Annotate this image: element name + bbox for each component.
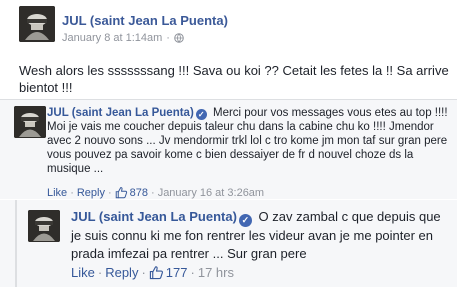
avatar-image — [19, 6, 55, 42]
separator: · — [141, 265, 146, 280]
comment-timestamp[interactable]: January 16 at 3:26am — [158, 187, 264, 199]
separator: · — [151, 186, 155, 199]
reply-thread: JUL (saint Jean La Puenta) ✓ O zav zambal… — [0, 200, 457, 287]
thumbs-up-icon[interactable] — [115, 186, 128, 199]
separator: · — [190, 265, 195, 280]
comment-author-avatar[interactable] — [14, 106, 46, 138]
separator: · — [107, 186, 112, 199]
comment-body: JUL (saint Jean La Puenta) ✓ O zav zambal… — [71, 208, 451, 263]
reply-button[interactable]: Reply — [77, 187, 105, 199]
comment-author-avatar[interactable] — [28, 210, 60, 242]
like-count[interactable]: 177 — [166, 265, 188, 280]
reply-button[interactable]: Reply — [105, 265, 138, 280]
verified-badge-icon: ✓ — [195, 109, 207, 120]
comment-body: JUL (saint Jean La Puenta) ✓ Merci pour v… — [47, 106, 452, 176]
meta-separator: · — [166, 32, 170, 44]
post: JUL (saint Jean La Puenta) January 8 at … — [0, 0, 457, 98]
post-timestamp[interactable]: January 8 at 1:14am — [62, 32, 162, 44]
like-button[interactable]: Like — [47, 187, 67, 199]
comment-timestamp[interactable]: 17 hrs — [198, 265, 234, 280]
separator: · — [70, 186, 74, 199]
post-meta: January 8 at 1:14am · — [62, 32, 184, 44]
comment-actions: Like · Reply · 177 · 17 hrs — [71, 265, 234, 280]
post-author-avatar[interactable] — [19, 6, 55, 42]
avatar-image — [28, 210, 60, 242]
avatar-image — [14, 106, 46, 138]
comment-actions: Like · Reply · 878 · January 16 at 3:26a… — [47, 186, 264, 199]
separator: · — [97, 265, 103, 280]
thumbs-up-icon[interactable] — [149, 265, 164, 280]
globe-icon[interactable] — [174, 33, 184, 43]
verified-badge-icon: ✓ — [238, 214, 252, 227]
like-count[interactable]: 878 — [130, 187, 148, 199]
comment: JUL (saint Jean La Puenta) ✓ O zav zambal… — [15, 200, 457, 287]
like-button[interactable]: Like — [71, 265, 95, 280]
comment: JUL (saint Jean La Puenta) ✓ Merci pour v… — [0, 99, 457, 199]
post-text: Wesh alors les sssssssang !!! Sava ou ko… — [19, 63, 449, 95]
post-author-name[interactable]: JUL (saint Jean La Puenta) — [62, 13, 228, 28]
comment-author-name[interactable]: JUL (saint Jean La Puenta) — [47, 107, 194, 119]
comment-author-name[interactable]: JUL (saint Jean La Puenta) — [71, 209, 237, 224]
